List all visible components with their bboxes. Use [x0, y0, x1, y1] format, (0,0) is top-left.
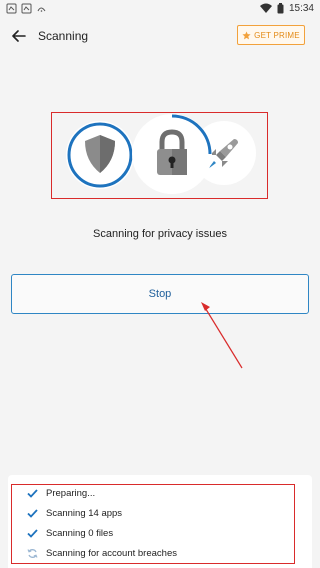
- scan-status-text: Scanning for privacy issues: [93, 228, 227, 240]
- step-item: Preparing...: [26, 484, 95, 502]
- shield-icon: [67, 122, 133, 188]
- stop-button[interactable]: Stop: [11, 274, 309, 314]
- step-label: Preparing...: [46, 487, 96, 499]
- step-item: Scanning for account breaches: [26, 544, 177, 562]
- status-right: 15:34: [259, 2, 314, 14]
- check-icon: [26, 487, 38, 499]
- check-icon: [26, 527, 38, 539]
- step-label: Scanning 0 files: [46, 527, 114, 539]
- check-icon: [26, 507, 38, 519]
- clock-time: 15:34: [288, 2, 314, 14]
- scan-icons-highlight: [51, 112, 268, 199]
- step-label: Scanning 14 apps: [46, 507, 123, 519]
- status-left: [6, 3, 47, 14]
- signal-alert-icon: [37, 7, 46, 12]
- app-bar: Scanning GET PRIME: [0, 22, 320, 50]
- step-label: Scanning for account breaches: [46, 547, 177, 559]
- wifi-icon: [259, 3, 272, 13]
- shield-scan-circle: [66, 121, 134, 189]
- app-notification-icon: [21, 3, 32, 13]
- battery-icon: [277, 2, 284, 13]
- back-arrow-icon: [12, 30, 26, 42]
- app-notification-icon: [6, 3, 17, 13]
- lock-icon: [134, 114, 212, 192]
- sync-icon: [26, 547, 38, 559]
- back-button[interactable]: [9, 26, 29, 46]
- page-title: Scanning: [38, 29, 89, 43]
- lock-scan-circle: [132, 114, 212, 194]
- star-icon: [242, 30, 251, 39]
- status-bar: 15:34: [0, 0, 320, 16]
- step-item: Scanning 14 apps: [26, 504, 122, 522]
- get-prime-button[interactable]: GET PRIME: [237, 25, 305, 45]
- get-prime-label: GET PRIME: [254, 30, 300, 40]
- step-item: Scanning 0 files: [26, 524, 113, 542]
